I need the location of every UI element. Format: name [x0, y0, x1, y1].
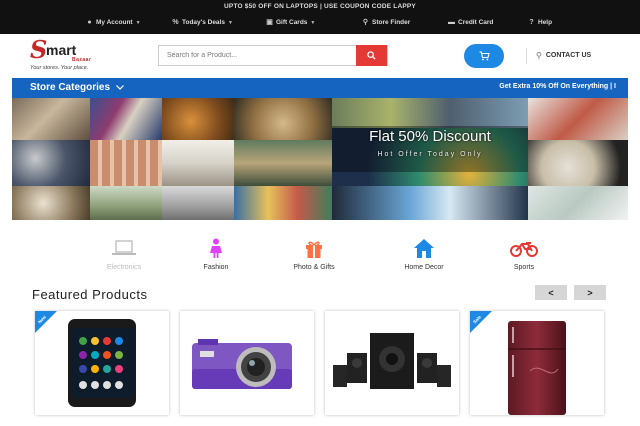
- search-button[interactable]: [356, 45, 387, 66]
- chevron-left-icon: <: [548, 287, 554, 298]
- category-home-decor[interactable]: Home Decor: [384, 238, 464, 271]
- product-card-camera[interactable]: [180, 311, 314, 415]
- logo-letter: S: [30, 35, 48, 64]
- prev-button[interactable]: <: [535, 285, 567, 300]
- page: UPTO $50 OFF ON LAPTOPS | USE COUPON COD…: [0, 0, 640, 426]
- todays-deals-label: Today's Deals: [182, 19, 225, 26]
- banner-tile: [162, 186, 234, 220]
- banner-tile: [90, 186, 162, 220]
- credit-card-link[interactable]: ▬ Credit Card: [448, 19, 493, 26]
- banner-tile: [332, 98, 528, 128]
- camera-image: [192, 339, 292, 389]
- map-pin-icon: ⚲: [362, 19, 369, 26]
- category-photo-gifts[interactable]: Photo & Gifts: [274, 238, 354, 271]
- banner-tile: [528, 98, 628, 140]
- my-account-label: My Account: [96, 19, 133, 26]
- product-card-smartphone[interactable]: New: [35, 311, 169, 415]
- category-fashion[interactable]: Fashion: [176, 238, 256, 271]
- help-link[interactable]: ? Help: [528, 19, 552, 26]
- category-bar: Store Categories Get Extra 10% Off On Ev…: [12, 78, 628, 98]
- help-label: Help: [538, 19, 553, 26]
- store-categories-label: Store Categories: [30, 82, 111, 93]
- gift-cards-label: Gift Cards: [276, 19, 308, 26]
- banner-tile: [528, 186, 628, 220]
- divider: [526, 48, 527, 64]
- banner-tile: [234, 98, 332, 140]
- category-icons: Electronics Fashion Photo & Gifts Home D…: [60, 238, 600, 278]
- category-label: Home Decor: [404, 264, 444, 271]
- contact-us-link[interactable]: ⚲ CONTACT US: [526, 48, 592, 64]
- logo[interactable]: S mart Bazaar Your stores. Your place.: [30, 38, 122, 74]
- top-bar: UPTO $50 OFF ON LAPTOPS | USE COUPON COD…: [0, 0, 640, 34]
- banner-tile: [528, 140, 628, 186]
- banner-tile: [12, 186, 90, 220]
- search-input[interactable]: [159, 46, 357, 65]
- offer-ticker[interactable]: Get Extra 10% Off On Everything | I: [499, 83, 616, 90]
- search-box: [158, 45, 388, 66]
- store-categories-dropdown[interactable]: Store Categories: [30, 82, 124, 93]
- gift-box-icon: [306, 241, 322, 258]
- help-icon: ?: [529, 19, 534, 26]
- gift-icon: ▣: [266, 19, 273, 26]
- motorbike-icon: [510, 242, 538, 257]
- user-icon: ●: [87, 19, 92, 26]
- banner-tile: [162, 98, 234, 140]
- category-electronics[interactable]: Electronics: [84, 238, 164, 271]
- chevron-down-icon: [116, 85, 124, 90]
- product-card-speakers[interactable]: [325, 311, 459, 415]
- banner-tile: [12, 98, 90, 140]
- contact-us-label: CONTACT US: [545, 52, 592, 59]
- promo-banner[interactable]: Flat 50% Discount Hot Offer Today Only: [12, 98, 628, 220]
- banner-caption: Flat 50% Discount Hot Offer Today Only: [332, 128, 528, 158]
- banner-tile: [332, 186, 528, 220]
- logo-word: mart: [46, 42, 77, 58]
- house-icon: [414, 239, 434, 258]
- my-account-menu[interactable]: ● My Account ▼: [86, 19, 141, 26]
- store-finder-label: Store Finder: [372, 19, 411, 26]
- header: S mart Bazaar Your stores. Your place. S…: [0, 34, 640, 78]
- banner-tile: [234, 186, 332, 220]
- banner-tile: [234, 140, 332, 186]
- chevron-down-icon: ▼: [227, 19, 233, 26]
- featured-products-title: Featured Products: [32, 287, 148, 302]
- chevron-down-icon: ▼: [310, 19, 316, 26]
- banner-subtitle: Hot Offer Today Only: [377, 151, 483, 158]
- todays-deals-menu[interactable]: % Today's Deals ▼: [172, 19, 233, 26]
- percent-icon: %: [172, 19, 179, 26]
- top-nav: ● My Account ▼ % Today's Deals ▼ ▣ Gift …: [0, 19, 640, 31]
- cart-button[interactable]: [464, 44, 504, 68]
- banner-tile: [12, 140, 90, 186]
- category-label: Photo & Gifts: [293, 264, 335, 271]
- credit-card-label: Credit Card: [458, 19, 494, 26]
- banner-tile: [90, 140, 162, 186]
- woman-icon: [210, 238, 222, 258]
- store-finder-link[interactable]: ⚲ Store Finder: [362, 19, 410, 26]
- logo-sub: Bazaar: [72, 57, 92, 63]
- category-label: Electronics: [106, 264, 142, 271]
- product-card-refrigerator[interactable]: Sale: [470, 311, 604, 415]
- cart-icon: [479, 51, 490, 61]
- logo-tagline: Your stores. Your place.: [30, 65, 89, 71]
- banner-title: Flat 50% Discount: [369, 128, 491, 145]
- banner-tile: [162, 140, 234, 186]
- category-label: Fashion: [203, 264, 229, 271]
- chevron-down-icon: ▼: [135, 19, 141, 26]
- laptop-icon: [112, 240, 136, 255]
- gift-cards-menu[interactable]: ▣ Gift Cards ▼: [266, 19, 315, 26]
- map-pin-icon: ⚲: [536, 51, 542, 60]
- category-label: Sports: [513, 264, 535, 271]
- promo-text[interactable]: UPTO $50 OFF ON LAPTOPS | USE COUPON COD…: [0, 3, 640, 10]
- category-sports[interactable]: Sports: [484, 238, 564, 271]
- banner-tile: [90, 98, 162, 140]
- credit-card-icon: ▬: [448, 19, 455, 26]
- search-icon: [367, 51, 376, 60]
- chevron-right-icon: >: [587, 287, 593, 298]
- next-button[interactable]: >: [574, 285, 606, 300]
- speaker-system-image: [333, 333, 451, 389]
